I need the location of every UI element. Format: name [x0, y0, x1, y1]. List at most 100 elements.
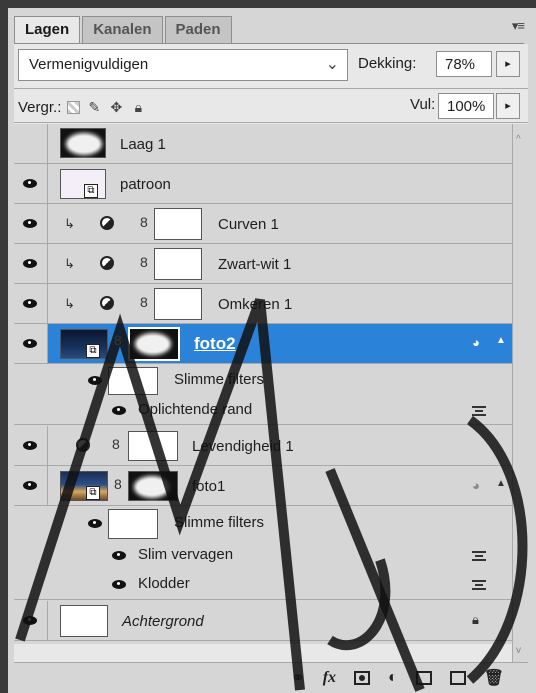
adjustment-layer-icon — [100, 216, 114, 230]
visibility-toggle[interactable] — [14, 466, 48, 505]
layer-name: foto1 — [192, 478, 226, 495]
visibility-toggle[interactable] — [14, 284, 48, 323]
collapse-arrow-icon[interactable]: ▲ — [496, 335, 506, 346]
mask-thumbnail — [128, 431, 178, 461]
layer-name: Zwart-wit 1 — [218, 256, 292, 273]
chain-link-icon: 8 — [140, 294, 148, 310]
layer-row[interactable]: ↳ 8 Omkeren 1 — [14, 284, 512, 324]
layer-row[interactable]: Laag 1 — [14, 124, 512, 164]
scroll-down-icon[interactable]: v — [516, 645, 521, 656]
scroll-up-icon[interactable]: ^ — [516, 134, 521, 145]
panel-menu-icon[interactable]: ▾≡ — [512, 18, 525, 34]
adjustment-layer-icon — [100, 256, 114, 270]
group-icon[interactable] — [415, 671, 432, 685]
filter-name: Slim vervagen — [138, 546, 234, 563]
tab-kanalen[interactable]: Kanalen — [82, 16, 163, 44]
layer-name: patroon — [120, 176, 171, 193]
fill-input[interactable]: 100% — [438, 93, 494, 119]
mask-thumbnail — [154, 288, 202, 320]
lock-all-icon[interactable]: 🔒︎ — [130, 99, 146, 115]
layer-name: Omkeren 1 — [218, 296, 293, 313]
blend-mode-select[interactable]: Vermenigvuldigen ⌄ — [18, 49, 348, 81]
layers-list: Laag 1 ⧉ patroon ↳ 8 Curven 1 ↳ 8 Zwart-… — [14, 124, 512, 644]
eye-icon[interactable] — [112, 580, 126, 589]
tab-paden[interactable]: Paden — [164, 16, 232, 44]
chevron-down-icon: ⌄ — [325, 56, 339, 73]
layer-name: Achtergrond — [122, 613, 204, 630]
layer-row-selected[interactable]: ⧉ 8 foto2 ◕ ▲ — [14, 324, 512, 364]
filter-row[interactable]: Klodder — [14, 570, 512, 600]
fill-label: Vul: — [410, 96, 436, 113]
adjustment-icon[interactable]: ◐ — [388, 669, 398, 687]
layer-row[interactable]: ⧉ patroon — [14, 164, 512, 204]
visibility-toggle[interactable] — [14, 164, 48, 203]
layer-thumbnail — [60, 329, 108, 359]
layer-name: Levendigheid 1 — [192, 438, 294, 455]
trash-icon[interactable]: 🗑︎ — [484, 668, 504, 688]
layer-name: foto2 — [194, 334, 236, 353]
filter-row[interactable]: Oplichtende rand — [14, 397, 512, 425]
mask-thumbnail — [128, 471, 178, 501]
eye-icon[interactable] — [112, 406, 126, 415]
eye-icon[interactable] — [88, 376, 102, 385]
lock-label: Vergr.: — [18, 98, 62, 116]
chain-link-icon: 8 — [140, 214, 148, 230]
mask-thumbnail — [154, 248, 202, 280]
eye-icon — [23, 259, 37, 268]
fx-icon[interactable]: fx — [323, 669, 336, 687]
smart-filter-icon[interactable]: ◕ — [472, 478, 480, 493]
tab-lagen[interactable]: Lagen — [14, 16, 81, 44]
visibility-toggle[interactable] — [14, 324, 48, 363]
filter-name: Klodder — [138, 575, 190, 592]
layer-row[interactable]: ↳ 8 Curven 1 — [14, 204, 512, 244]
lock-icon: 🔒︎ — [472, 612, 479, 627]
layer-row[interactable]: ⧉ 8 foto1 ◕ ▲ — [14, 466, 512, 506]
smart-filters-row[interactable]: Slimme filters — [14, 365, 512, 395]
lock-transparency-icon[interactable] — [67, 100, 81, 114]
smart-object-icon: ⧉ — [86, 486, 100, 500]
visibility-toggle[interactable] — [14, 124, 48, 163]
blend-options-icon[interactable] — [472, 406, 486, 416]
lock-brush-icon[interactable]: ✎ — [86, 99, 102, 115]
eye-icon — [23, 441, 37, 450]
layer-thumbnail — [60, 128, 106, 158]
eye-icon[interactable] — [88, 519, 102, 528]
lock-move-icon[interactable]: ✥ — [108, 99, 124, 115]
layers-scrollbar[interactable]: ^ v — [512, 124, 528, 662]
opacity-label: Dekking: — [358, 55, 417, 72]
visibility-toggle[interactable] — [14, 204, 48, 243]
opacity-input[interactable]: 78% — [436, 51, 492, 77]
divider — [14, 122, 528, 123]
new-layer-icon[interactable] — [449, 671, 466, 685]
chain-link-icon: 8 — [114, 332, 122, 348]
layer-row[interactable]: 8 Levendigheid 1 — [14, 426, 512, 466]
blend-options-icon[interactable] — [472, 551, 486, 561]
layer-thumbnail — [60, 471, 108, 501]
mask-thumbnail — [154, 208, 202, 240]
layer-thumbnail — [60, 169, 106, 199]
visibility-toggle[interactable] — [14, 244, 48, 283]
blend-options-icon[interactable] — [472, 580, 486, 590]
layer-row[interactable]: ↳ 8 Zwart-wit 1 — [14, 244, 512, 284]
mask-icon[interactable] — [354, 671, 371, 685]
chain-link-icon: 8 — [140, 254, 148, 270]
filter-row[interactable]: Slim vervagen — [14, 542, 512, 570]
smart-filter-icon[interactable]: ◕ — [472, 335, 480, 350]
mask-thumbnail — [128, 327, 180, 361]
smart-object-icon: ⧉ — [86, 344, 100, 358]
visibility-toggle[interactable] — [14, 601, 48, 640]
opacity-arrow-button[interactable]: ▸ — [496, 51, 520, 77]
visibility-toggle[interactable] — [14, 426, 48, 465]
clip-arrow-icon: ↳ — [64, 216, 75, 231]
clip-arrow-icon: ↳ — [64, 256, 75, 271]
collapse-arrow-icon[interactable]: ▲ — [496, 478, 506, 489]
layer-name: Curven 1 — [218, 216, 279, 233]
smart-filters-row[interactable]: Slimme filters — [14, 507, 512, 539]
layer-thumbnail — [60, 605, 108, 637]
chain-link-icon: 8 — [112, 436, 120, 452]
link-icon[interactable]: ⚭ — [291, 668, 304, 688]
eye-icon[interactable] — [112, 551, 126, 560]
layer-row[interactable]: Achtergrond 🔒︎ — [14, 601, 512, 641]
fill-arrow-button[interactable]: ▸ — [496, 93, 520, 119]
lock-row: Vergr.: ✎ ✥ 🔒︎ — [18, 96, 146, 118]
